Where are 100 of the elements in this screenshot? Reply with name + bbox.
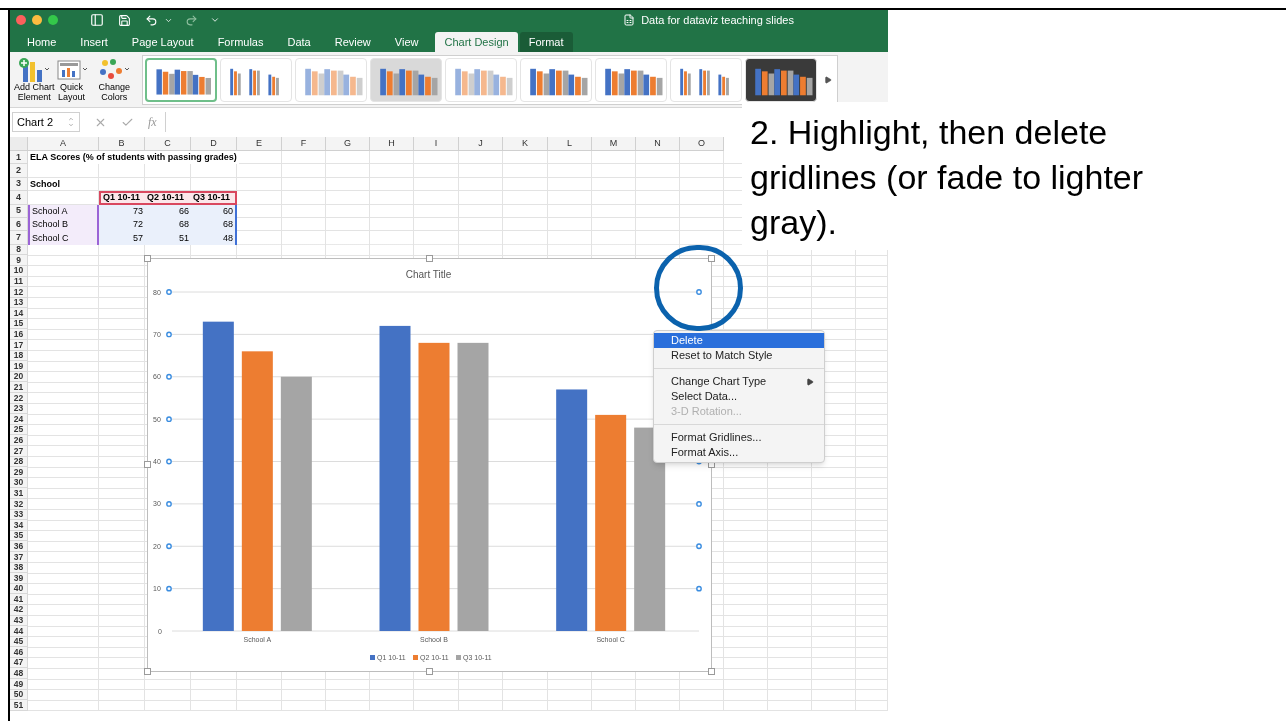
chart-title: Chart Title: [405, 269, 452, 280]
bar[interactable]: [241, 351, 273, 631]
column-letter[interactable]: F: [282, 137, 326, 151]
column-letter[interactable]: G: [326, 137, 370, 151]
row-number[interactable]: 44: [10, 626, 28, 637]
add-chart-element-icon: [19, 57, 50, 82]
column-letter[interactable]: O: [680, 137, 724, 151]
customize-icon[interactable]: [210, 15, 220, 25]
menu-item[interactable]: Delete: [654, 333, 824, 348]
row-number[interactable]: 4: [10, 191, 28, 205]
sheet-cell-text: School: [29, 177, 61, 191]
redo-icon[interactable]: [185, 13, 198, 27]
bar[interactable]: [280, 376, 312, 631]
window-title: Data for dataviz teaching slides: [641, 12, 794, 28]
row-number[interactable]: 7: [10, 231, 28, 245]
row-number[interactable]: 9: [10, 255, 28, 266]
column-letter[interactable]: L: [548, 137, 592, 151]
ribbon-button[interactable]: Quick Layout: [56, 57, 87, 102]
ribbon-button[interactable]: Change Colors: [98, 57, 131, 102]
bar[interactable]: [556, 389, 588, 631]
column-letter[interactable]: I: [414, 137, 459, 151]
column-letter[interactable]: B: [99, 137, 145, 151]
bar[interactable]: [595, 414, 627, 631]
ribbon-tab[interactable]: Review: [325, 32, 380, 52]
ribbon-tab[interactable]: Format: [519, 32, 573, 52]
row-number[interactable]: 46: [10, 647, 28, 658]
ribbon-tab[interactable]: Chart Design: [435, 32, 518, 52]
sheet-cell: 51: [145, 231, 191, 245]
row-number[interactable]: 37: [10, 551, 28, 563]
column-header-cell: Q1 10-11: [99, 191, 145, 205]
row-number[interactable]: 24: [10, 414, 28, 425]
sheet-cell: 57: [99, 231, 145, 245]
submenu-arrow-icon: [806, 377, 814, 386]
row-number[interactable]: 32: [10, 499, 28, 510]
row-number[interactable]: 14: [10, 308, 28, 319]
bar[interactable]: [418, 342, 450, 631]
row-number[interactable]: 34: [10, 520, 28, 531]
stepper-icon[interactable]: [67, 116, 75, 128]
bar[interactable]: [379, 325, 411, 631]
gridline[interactable]: [171, 630, 700, 632]
gallery-arrow-icon[interactable]: [824, 75, 833, 84]
row-number[interactable]: 36: [10, 541, 28, 552]
resize-handle[interactable]: [426, 668, 433, 675]
row-number[interactable]: 19: [10, 361, 28, 372]
document-icon: [623, 14, 636, 26]
save-icon[interactable]: [118, 13, 131, 27]
quick-layout-icon: [56, 57, 87, 82]
ribbon-tab[interactable]: Home: [18, 32, 66, 52]
sheet-title-cell: ELA Scores (% of students with passing grades): [28, 151, 239, 165]
resize-handle[interactable]: [144, 255, 151, 262]
column-header-cell: Q2 10-11: [145, 191, 191, 205]
row-number[interactable]: 2: [10, 164, 28, 178]
row-number[interactable]: 17: [10, 340, 28, 351]
sheet-cell: School A: [28, 204, 99, 218]
row-number[interactable]: 22: [10, 393, 28, 404]
minimize-button[interactable]: [32, 15, 42, 25]
row-number[interactable]: 10: [10, 265, 28, 277]
ribbon-tab[interactable]: Data: [278, 32, 320, 52]
row-number[interactable]: 41: [10, 594, 28, 605]
resize-handle[interactable]: [426, 255, 433, 262]
row-number[interactable]: 29: [10, 467, 28, 478]
ribbon-tab[interactable]: Page Layout: [122, 32, 203, 52]
name-box[interactable]: Chart 2: [12, 112, 80, 132]
resize-handle[interactable]: [144, 461, 151, 468]
row-number[interactable]: 39: [10, 573, 28, 584]
resize-handle[interactable]: [144, 668, 151, 675]
chart-style-thumbnail[interactable]: [145, 57, 218, 102]
row-number[interactable]: 42: [10, 604, 28, 616]
column-letter[interactable]: J: [459, 137, 503, 151]
row-number[interactable]: 12: [10, 287, 28, 298]
undo-icon[interactable]: [145, 13, 158, 27]
sheet-cell: 48: [191, 231, 237, 245]
resize-handle[interactable]: [708, 255, 715, 262]
sidebar-icon[interactable]: [90, 13, 104, 27]
ribbon-tab[interactable]: Formulas: [208, 32, 273, 52]
close-button[interactable]: [16, 15, 26, 25]
column-letter[interactable]: H: [370, 137, 414, 151]
color-palette-icon: [99, 57, 130, 82]
row-number[interactable]: 31: [10, 488, 28, 499]
column-letter[interactable]: C: [145, 137, 191, 151]
ribbon-button[interactable]: Add Chart Element: [14, 57, 55, 102]
row-number[interactable]: 49: [10, 679, 28, 690]
row-number[interactable]: 1: [10, 151, 28, 165]
column-letter[interactable]: N: [636, 137, 680, 151]
column-letter[interactable]: M: [592, 137, 636, 151]
ribbon-tab[interactable]: Insert: [71, 32, 117, 52]
bar[interactable]: [202, 321, 234, 631]
row-number[interactable]: 51: [10, 700, 28, 711]
sheet-cell: School C: [28, 231, 99, 245]
column-letter[interactable]: E: [237, 137, 282, 151]
zoom-button[interactable]: [48, 15, 58, 25]
row-number[interactable]: 27: [10, 446, 28, 457]
ribbon-tab[interactable]: View: [385, 32, 428, 52]
resize-handle[interactable]: [708, 668, 715, 675]
column-letter[interactable]: A: [28, 137, 99, 151]
worksheet-grid[interactable]: [28, 151, 888, 711]
column-letter[interactable]: D: [191, 137, 237, 151]
column-header-cell: Q3 10-11: [191, 191, 237, 205]
bar[interactable]: [634, 427, 666, 631]
column-letter[interactable]: K: [503, 137, 548, 151]
